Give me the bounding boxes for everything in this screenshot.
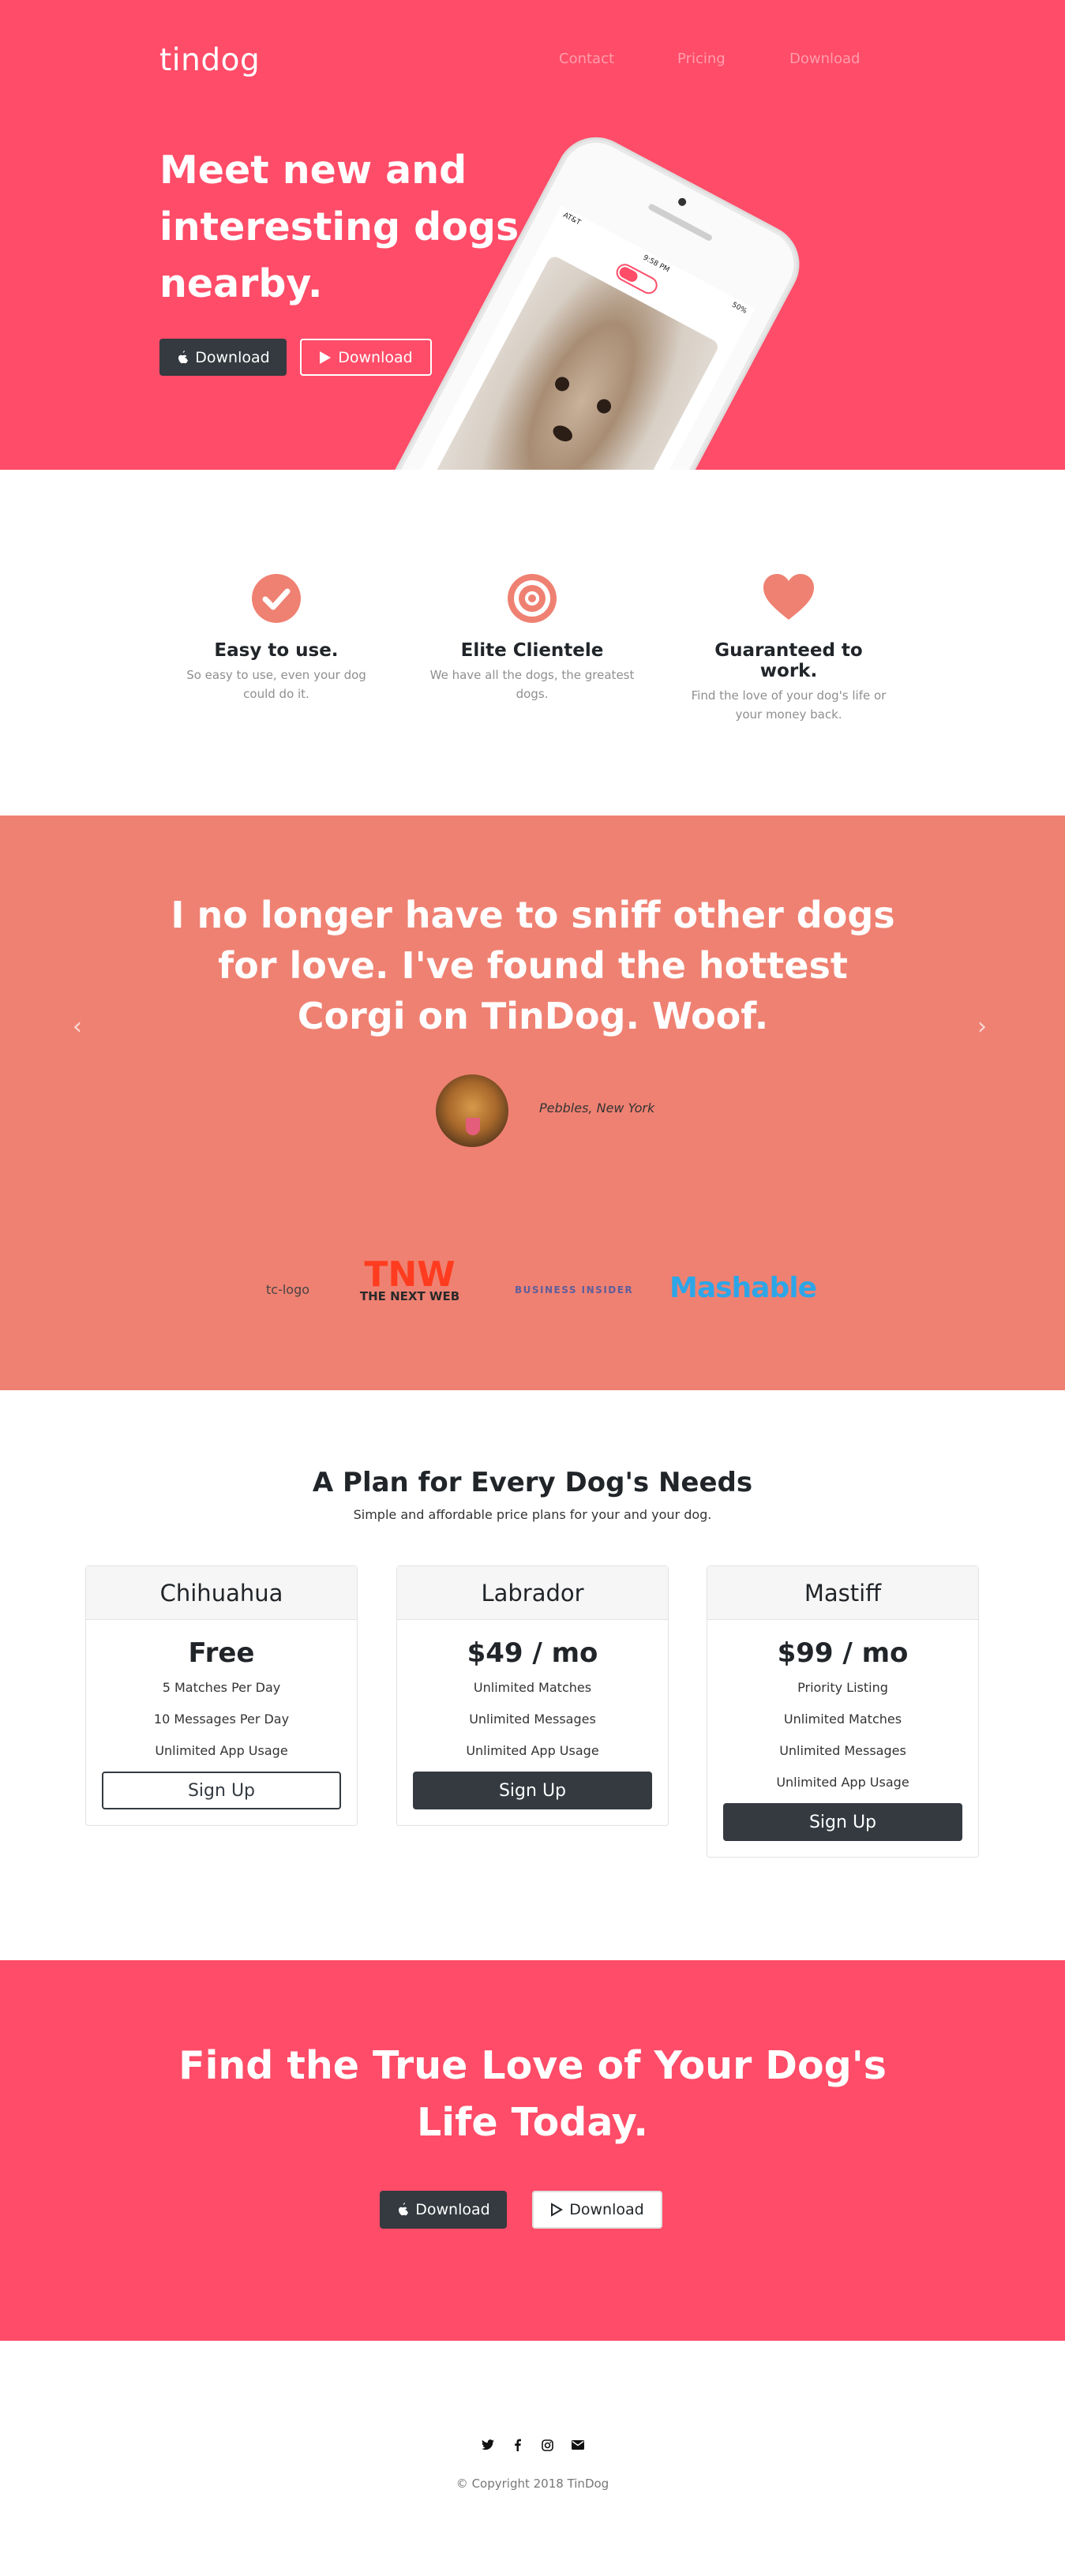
testimonials-section: I no longer have to sniff other dogs for… <box>0 816 1065 1390</box>
features-section: Easy to use. So easy to use, even your d… <box>0 470 1065 816</box>
plan-feature: Unlimited Matches <box>473 1680 592 1695</box>
bullseye-icon <box>508 574 557 623</box>
testimonial-avatar <box>436 1074 508 1147</box>
apple-icon <box>178 350 189 363</box>
plan-price: $49 / mo <box>467 1637 598 1669</box>
feature-title: Elite Clientele <box>460 640 604 661</box>
nav-link-pricing[interactable]: Pricing <box>677 51 726 67</box>
google-play-icon <box>320 351 332 364</box>
tnw-logo-mark: TNW THE NEXT WEB <box>360 1254 459 1303</box>
plan-name: Mastiff <box>707 1566 978 1620</box>
dog-nose <box>550 422 576 445</box>
feature-title: Guaranteed to work. <box>714 640 863 681</box>
instagram-icon[interactable] <box>542 2439 554 2451</box>
feature-text: Find the love of your dog's life or your… <box>691 688 887 722</box>
press-logo-tnw: TNW THE NEXT WEB <box>345 1254 474 1305</box>
plan-feature: 10 Messages Per Day <box>153 1712 290 1727</box>
brand-logo[interactable]: tindog <box>159 43 260 78</box>
nav-link-download[interactable]: Download <box>789 51 860 67</box>
plan-feature: Unlimited Matches <box>783 1712 902 1727</box>
pricing-card-labrador: Labrador $49 / mo Unlimited Matches Unli… <box>396 1565 669 1826</box>
dog-tongue <box>466 1118 480 1135</box>
feature-text: So easy to use, even your dog could do i… <box>186 668 366 701</box>
carousel-next-icon[interactable]: › <box>977 1013 987 1041</box>
footer: © Copyright 2018 TinDog <box>0 2341 1065 2576</box>
signup-button-chihuahua[interactable]: Sign Up <box>102 1772 341 1809</box>
apple-icon <box>399 2203 409 2216</box>
hero-title: Meet new and interesting dogs nearby. <box>159 148 519 306</box>
cta-download-play-label: Download <box>569 2201 644 2218</box>
cta-download-apple-label: Download <box>415 2201 490 2218</box>
pricing-title: A Plan for Every Dog's Needs <box>312 1467 753 1498</box>
hero-download-apple-button[interactable]: Download <box>159 339 287 376</box>
phone-speaker <box>647 203 714 242</box>
plan-feature: Unlimited App Usage <box>776 1775 909 1790</box>
hero-download-play-label: Download <box>338 348 413 366</box>
plan-feature: Priority Listing <box>797 1680 888 1695</box>
cta-title: Find the True Love of Your Dog's Life To… <box>178 2043 887 2145</box>
hero-section: tindog Contact Pricing Download Meet new… <box>0 0 1065 470</box>
facebook-icon[interactable] <box>512 2439 524 2451</box>
cta-download-apple-button[interactable]: Download <box>380 2191 507 2229</box>
feature-guaranteed: Guaranteed to work. Find the love of you… <box>686 572 891 724</box>
dog-eye-left <box>552 374 572 394</box>
plan-feature: Unlimited App Usage <box>155 1743 288 1758</box>
plan-price: $99 / mo <box>777 1637 909 1669</box>
social-links <box>0 2439 1065 2451</box>
check-circle-icon <box>252 574 301 623</box>
heart-icon <box>763 574 814 620</box>
tnw-name-text: THE NEXT WEB <box>360 1289 459 1302</box>
google-play-icon <box>551 2203 564 2217</box>
plan-name: Chihuahua <box>86 1566 357 1620</box>
pricing-card-chihuahua: Chihuahua Free 5 Matches Per Day 10 Mess… <box>85 1565 358 1826</box>
hero-download-apple-label: Download <box>195 348 270 366</box>
phone-carrier: AT&T <box>561 211 582 227</box>
press-logo-mashable: Mashable <box>669 1272 817 1304</box>
press-logo-tc: tc-logo <box>266 1282 310 1297</box>
press-logo-business-insider: BUSINESS INSIDER <box>515 1284 634 1295</box>
feature-text: We have all the dogs, the greatest dogs. <box>429 668 635 701</box>
cta-section: Find the True Love of Your Dog's Life To… <box>0 1960 1065 2341</box>
signup-button-mastiff[interactable]: Sign Up <box>723 1803 962 1841</box>
plan-feature: Unlimited Messages <box>779 1743 906 1758</box>
nav-link-contact[interactable]: Contact <box>559 51 614 67</box>
testimonial-quote: I no longer have to sniff other dogs for… <box>171 894 895 1037</box>
plan-feature: Unlimited Messages <box>469 1712 596 1727</box>
signup-button-labrador[interactable]: Sign Up <box>413 1772 652 1809</box>
phone-camera <box>677 197 688 208</box>
pricing-subtitle: Simple and affordable price plans for yo… <box>353 1507 712 1522</box>
hero-download-play-button[interactable]: Download <box>300 339 432 376</box>
carousel-prev-icon[interactable]: ‹ <box>73 1013 82 1041</box>
phone-battery: 50% <box>730 301 748 316</box>
testimonial-author: Pebbles, New York <box>539 1101 655 1116</box>
cta-download-play-button[interactable]: Download <box>532 2191 662 2229</box>
pricing-section: A Plan for Every Dog's Needs Simple and … <box>0 1390 1065 1960</box>
twitter-icon[interactable] <box>481 2439 494 2451</box>
feature-elite: Elite Clientele We have all the dogs, th… <box>429 572 635 703</box>
copyright-text: © Copyright 2018 TinDog <box>456 2477 609 2491</box>
plan-price: Free <box>188 1637 255 1669</box>
envelope-icon[interactable] <box>571 2439 584 2451</box>
feature-title: Easy to use. <box>214 640 339 661</box>
pricing-card-mastiff: Mastiff $99 / mo Priority Listing Unlimi… <box>707 1565 979 1858</box>
feature-easy: Easy to use. So easy to use, even your d… <box>174 572 379 703</box>
dog-eye-right <box>594 396 614 416</box>
plan-feature: 5 Matches Per Day <box>162 1680 281 1695</box>
plan-name: Labrador <box>397 1566 668 1620</box>
plan-feature: Unlimited App Usage <box>466 1743 599 1758</box>
